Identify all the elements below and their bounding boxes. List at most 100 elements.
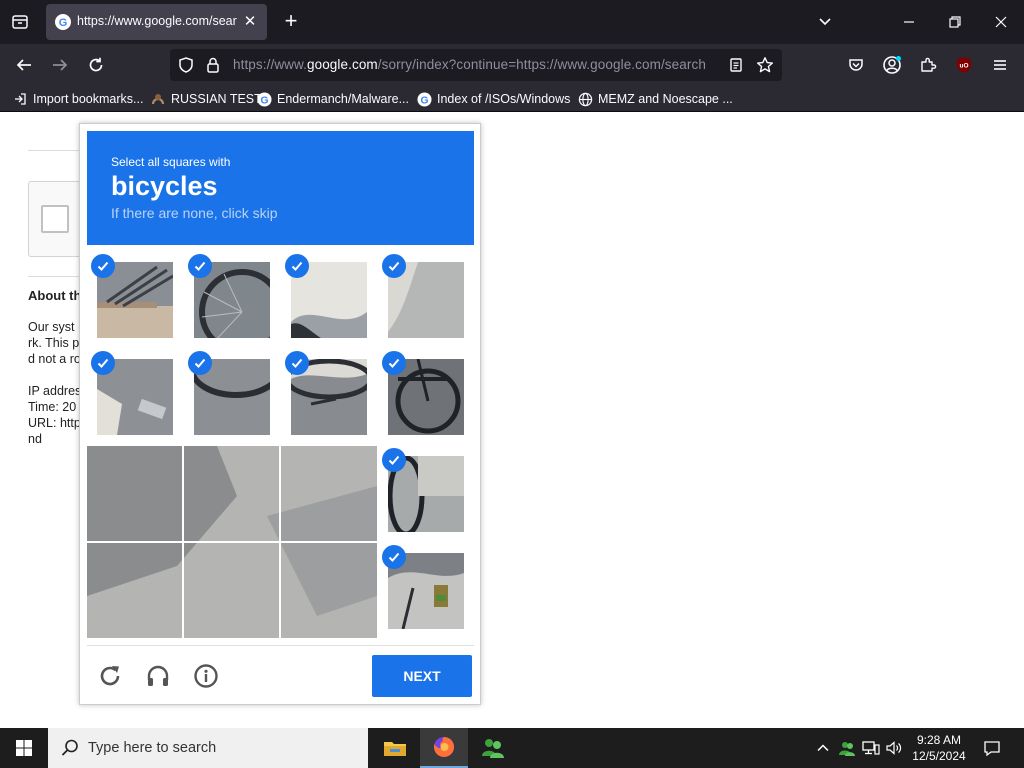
page-text-line: nd — [28, 432, 42, 446]
forward-arrow-icon[interactable] — [48, 53, 72, 77]
window-close-icon[interactable] — [989, 10, 1013, 34]
volume-icon[interactable] — [884, 738, 904, 758]
checkmark-icon — [382, 351, 406, 375]
taskbar: Type here to search 9:28 AM 12/5/2024 — [0, 728, 1024, 768]
next-button[interactable]: NEXT — [372, 655, 472, 697]
bookmarks-toolbar: Import bookmarks... RUSSIAN TEST G Ender… — [0, 86, 1024, 112]
bookmark-russian-test[interactable]: RUSSIAN TEST — [150, 90, 262, 108]
lock-icon[interactable] — [201, 53, 225, 77]
notification-icon[interactable] — [982, 738, 1002, 758]
bookmark-label: Import bookmarks... — [33, 92, 144, 106]
info-icon[interactable] — [192, 662, 220, 690]
bookmark-label: RUSSIAN TEST — [171, 92, 262, 106]
google-g-icon: G — [416, 91, 432, 107]
checkmark-icon — [91, 351, 115, 375]
search-placeholder: Type here to search — [88, 740, 217, 756]
back-arrow-icon[interactable] — [12, 53, 36, 77]
captcha-tile-selected[interactable] — [184, 349, 281, 446]
checkmark-icon — [285, 351, 309, 375]
checkmark-icon — [188, 351, 212, 375]
bookmark-import[interactable]: Import bookmarks... — [12, 90, 143, 108]
captcha-tile-selected[interactable] — [281, 252, 378, 349]
tracking-shield-icon[interactable] — [174, 53, 198, 77]
search-icon — [60, 738, 80, 758]
captcha-tile-selected[interactable] — [378, 543, 475, 640]
page-text-line: d not a ro — [28, 352, 81, 366]
file-explorer-icon[interactable] — [371, 728, 419, 768]
windows-start-icon[interactable] — [0, 728, 48, 768]
captcha-header: Select all squares with bicycles If ther… — [87, 131, 474, 245]
reload-challenge-icon[interactable] — [96, 662, 124, 690]
system-clock[interactable]: 9:28 AM 12/5/2024 — [906, 732, 972, 764]
network-icon[interactable] — [861, 738, 881, 758]
new-tab-button[interactable]: + — [280, 10, 302, 32]
minimize-icon[interactable] — [897, 10, 921, 34]
url-line: URL: http — [28, 416, 81, 430]
bookmark-label: Endermanch/Malware... — [277, 92, 410, 106]
captcha-tile-selected[interactable] — [378, 252, 475, 349]
captcha-tile-selected[interactable] — [281, 349, 378, 446]
svg-text:G: G — [260, 95, 268, 106]
captcha-challenge: Select all squares with bicycles If ther… — [79, 123, 481, 705]
about-heading: About th — [28, 288, 82, 303]
globe-icon — [577, 91, 593, 107]
checkmark-icon — [285, 254, 309, 278]
captcha-target-word: bicycles — [111, 171, 218, 201]
users-tray-icon[interactable] — [837, 738, 857, 758]
reload-icon[interactable] — [84, 53, 108, 77]
page-text-line: Our syst — [28, 320, 75, 334]
taskbar-search[interactable]: Type here to search — [48, 728, 368, 768]
url-text[interactable]: https://www.google.com/sorry/index?conti… — [233, 57, 717, 72]
captcha-tile-selected[interactable] — [184, 252, 281, 349]
ip-address-line: IP addres — [28, 384, 82, 398]
chevron-up-icon[interactable] — [813, 738, 833, 758]
captcha-tile-selected[interactable] — [87, 252, 184, 349]
bookmark-endermanch[interactable]: G Endermanch/Malware... — [256, 90, 409, 108]
audio-headphones-icon[interactable] — [144, 662, 172, 690]
bookmark-star-icon[interactable] — [753, 53, 777, 77]
checkmark-icon — [91, 254, 115, 278]
import-icon — [12, 91, 28, 107]
svg-text:uO: uO — [959, 63, 968, 70]
restore-icon[interactable] — [943, 10, 967, 34]
navigation-toolbar: https://www.google.com/sorry/index?conti… — [0, 44, 1024, 86]
svg-text:G: G — [59, 17, 68, 29]
captcha-tile-selected[interactable] — [378, 446, 475, 543]
pocket-icon[interactable] — [844, 53, 868, 77]
checkmark-icon — [188, 254, 212, 278]
bookmark-memz[interactable]: MEMZ and Noescape ... — [577, 90, 733, 108]
address-bar[interactable]: https://www.google.com/sorry/index?conti… — [170, 49, 782, 81]
svg-text:G: G — [420, 95, 428, 106]
ublock-origin-icon[interactable]: uO — [952, 53, 976, 77]
checkmark-icon — [382, 448, 406, 472]
bookmark-label: Index of /ISOs/Windows — [437, 92, 571, 106]
bookmark-label: MEMZ and Noescape ... — [598, 92, 733, 106]
captcha-skip-hint: If there are none, click skip — [111, 205, 278, 221]
bookmark-iso-index[interactable]: G Index of /ISOs/Windows — [416, 90, 570, 108]
close-icon[interactable]: ✕ — [241, 13, 259, 31]
clock-date: 12/5/2024 — [912, 749, 966, 763]
recaptcha-checkbox[interactable] — [41, 205, 69, 233]
clock-time: 9:28 AM — [916, 733, 962, 747]
google-g-icon: G — [256, 91, 272, 107]
users-app-icon[interactable] — [469, 728, 517, 768]
account-icon[interactable] — [880, 53, 904, 77]
browser-tab[interactable]: G https://www.google.com/search ✕ — [46, 4, 267, 40]
captcha-tile-selected[interactable] — [87, 349, 184, 446]
checkmark-icon — [382, 254, 406, 278]
favicon-icon — [150, 91, 166, 107]
captcha-footer: NEXT — [87, 645, 474, 699]
hamburger-menu-icon[interactable] — [988, 53, 1012, 77]
chevron-down-icon[interactable] — [815, 12, 835, 32]
list-all-tabs-icon[interactable] — [8, 10, 32, 34]
reader-view-icon[interactable] — [724, 53, 748, 77]
firefox-icon[interactable] — [420, 728, 468, 768]
google-g-icon: G — [55, 14, 71, 30]
extensions-puzzle-icon[interactable] — [916, 53, 940, 77]
captcha-tile-group[interactable] — [87, 446, 377, 638]
captcha-tile-selected[interactable] — [378, 349, 475, 446]
time-line: Time: 20 — [28, 400, 77, 414]
captcha-grid — [87, 252, 475, 640]
tab-title: https://www.google.com/search — [77, 14, 237, 28]
page-text-line: rk. This p — [28, 336, 80, 350]
